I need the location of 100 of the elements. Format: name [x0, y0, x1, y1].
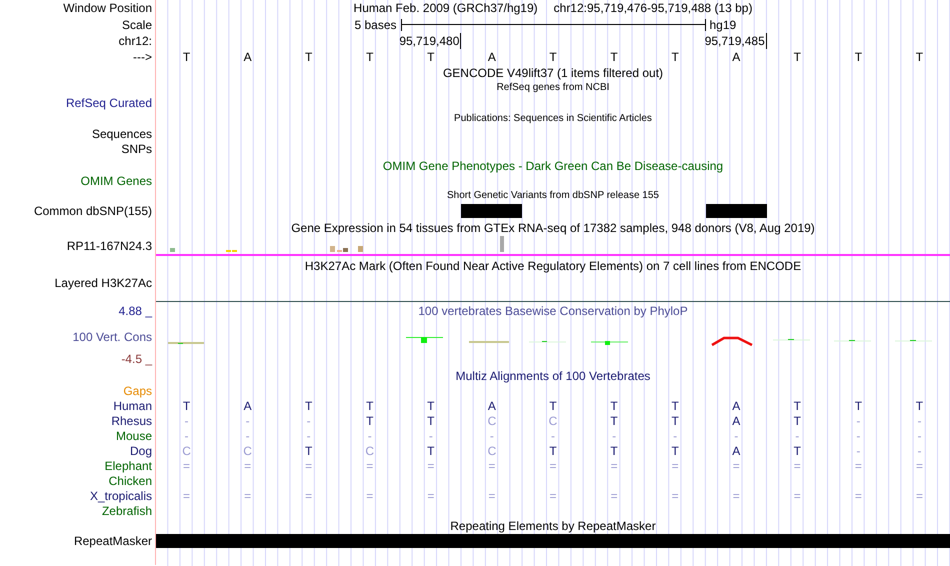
alignment-base: -: [184, 430, 189, 442]
base-letter: T: [854, 50, 862, 62]
alignment-base: -: [917, 430, 922, 442]
track-label: Common dbSNP(155): [34, 205, 152, 217]
alignment-base: A: [244, 400, 252, 412]
scale-text: 5 bases: [353, 18, 396, 30]
alignment-base: -: [795, 430, 800, 442]
species-label: Zebrafish: [102, 504, 152, 516]
alignment-base: =: [916, 490, 923, 502]
alignment-base: -: [917, 414, 922, 426]
alignment-base: =: [183, 460, 190, 472]
alignment-base: =: [488, 460, 496, 472]
track-title: Publications: Sequences in Scientific Articles: [454, 114, 652, 124]
species-label: Rhesus: [111, 414, 152, 426]
alignment-base: T: [427, 444, 434, 456]
alignment-base: A: [732, 400, 740, 412]
alignment-base: =: [854, 490, 862, 502]
alignment-base: T: [549, 444, 557, 456]
alignment-base: =: [366, 490, 374, 502]
alignment-base: C: [243, 444, 252, 456]
alignment-base: =: [305, 490, 312, 502]
alignment-base: T: [794, 400, 801, 412]
alignment-base: -: [490, 430, 494, 442]
track-label: SNPs: [121, 143, 152, 155]
alignment-base: T: [610, 400, 618, 412]
track-title: OMIM Gene Phenotypes - Dark Green Can Be Disease-causing: [382, 160, 724, 172]
alignment-base: =: [794, 490, 801, 502]
species-label: Elephant: [104, 460, 152, 472]
alignment-base: =: [183, 490, 190, 502]
base-letter: T: [549, 50, 557, 62]
alignment-base: T: [305, 400, 312, 412]
alignment-base: T: [549, 400, 557, 412]
track-title: 100 vertebrates Basewise Conservation by PhyloP: [418, 304, 688, 316]
base-letter: T: [610, 50, 618, 62]
track-title: Repeating Elements by RepeatMasker: [450, 520, 656, 532]
row-label: --->: [133, 50, 152, 62]
alignment-base: =: [732, 460, 740, 472]
track-title: H3K27Ac Mark (Often Found Near Active Regulatory Elements) on 7 cell lines from ENCODE: [304, 260, 802, 272]
track-label: Sequences: [92, 128, 152, 140]
alignment-base: T: [671, 414, 679, 426]
alignment-base: -: [246, 414, 250, 426]
row-label: Window Position: [63, 2, 152, 14]
axis-label: 4.88 _: [118, 304, 152, 316]
alignment-base: =: [366, 460, 374, 472]
alignment-base: T: [794, 444, 801, 456]
alignment-base: A: [488, 400, 496, 412]
track-title: Gene Expression in 54 tissues from GTEx RNA-seq of 17382 samples, 948 donors (V8, Aug 2019): [291, 222, 815, 234]
species-label: Human: [113, 400, 152, 412]
alignment-base: -: [856, 414, 860, 426]
base-letter: T: [671, 50, 679, 62]
alignment-base: T: [366, 414, 374, 426]
alignment-base: =: [672, 460, 679, 472]
alignment-base: T: [427, 400, 434, 412]
species-label: Dog: [130, 444, 152, 456]
alignment-base: =: [610, 460, 618, 472]
alignment-base: C: [488, 414, 496, 426]
base-letter: A: [244, 50, 252, 62]
alignment-base: -: [368, 430, 372, 442]
species-label: Chicken: [108, 474, 152, 486]
alignment-base: T: [182, 400, 190, 412]
alignment-base: =: [610, 490, 618, 502]
base-letter: A: [488, 50, 496, 62]
alignment-base: -: [673, 430, 678, 442]
track-title: RefSeq genes from NCBI: [496, 83, 610, 93]
track-label: RepeatMasker: [74, 535, 152, 547]
alignment-base: C: [488, 444, 496, 456]
coordinate-tick: 95,719,480: [399, 33, 462, 49]
alignment-base: T: [854, 400, 862, 412]
position-range: chr12:95,719,476-95,719,488 (13 bp): [554, 2, 752, 14]
base-letter: T: [794, 50, 801, 62]
alignment-base: -: [856, 444, 860, 456]
assembly-text: Human Feb. 2009 (GRCh37/hg19): [354, 2, 538, 14]
alignment-base: -: [917, 444, 922, 456]
track-label: Layered H3K27Ac: [54, 277, 152, 289]
species-label: X_tropicalis: [90, 490, 152, 502]
species-label: Mouse: [116, 430, 152, 442]
alignment-base: -: [306, 430, 311, 442]
alignment-base: -: [734, 430, 738, 442]
base-letter: T: [305, 50, 312, 62]
alignment-base: T: [610, 444, 618, 456]
alignment-base: -: [306, 414, 311, 426]
axis-label: -4.5 _: [121, 353, 152, 365]
alignment-base: -: [246, 430, 250, 442]
alignment-base: T: [366, 400, 374, 412]
alignment-base: =: [427, 490, 434, 502]
alignment-base: -: [184, 414, 189, 426]
row-label: chr12:: [118, 35, 152, 47]
track-label: RefSeq Curated: [66, 97, 152, 109]
alignment-base: =: [916, 460, 923, 472]
alignment-base: T: [916, 400, 924, 412]
track-title: Short Genetic Variants from dbSNP release 155: [447, 190, 659, 200]
coordinate-tick: 95,719,485: [704, 33, 767, 49]
alignment-base: =: [854, 460, 862, 472]
base-letter: A: [732, 50, 740, 62]
base-letter: T: [182, 50, 190, 62]
alignment-base: =: [672, 490, 679, 502]
alignment-base: =: [427, 460, 434, 472]
alignment-base: =: [549, 490, 556, 502]
alignment-base: =: [488, 490, 496, 502]
alignment-base: =: [549, 460, 556, 472]
